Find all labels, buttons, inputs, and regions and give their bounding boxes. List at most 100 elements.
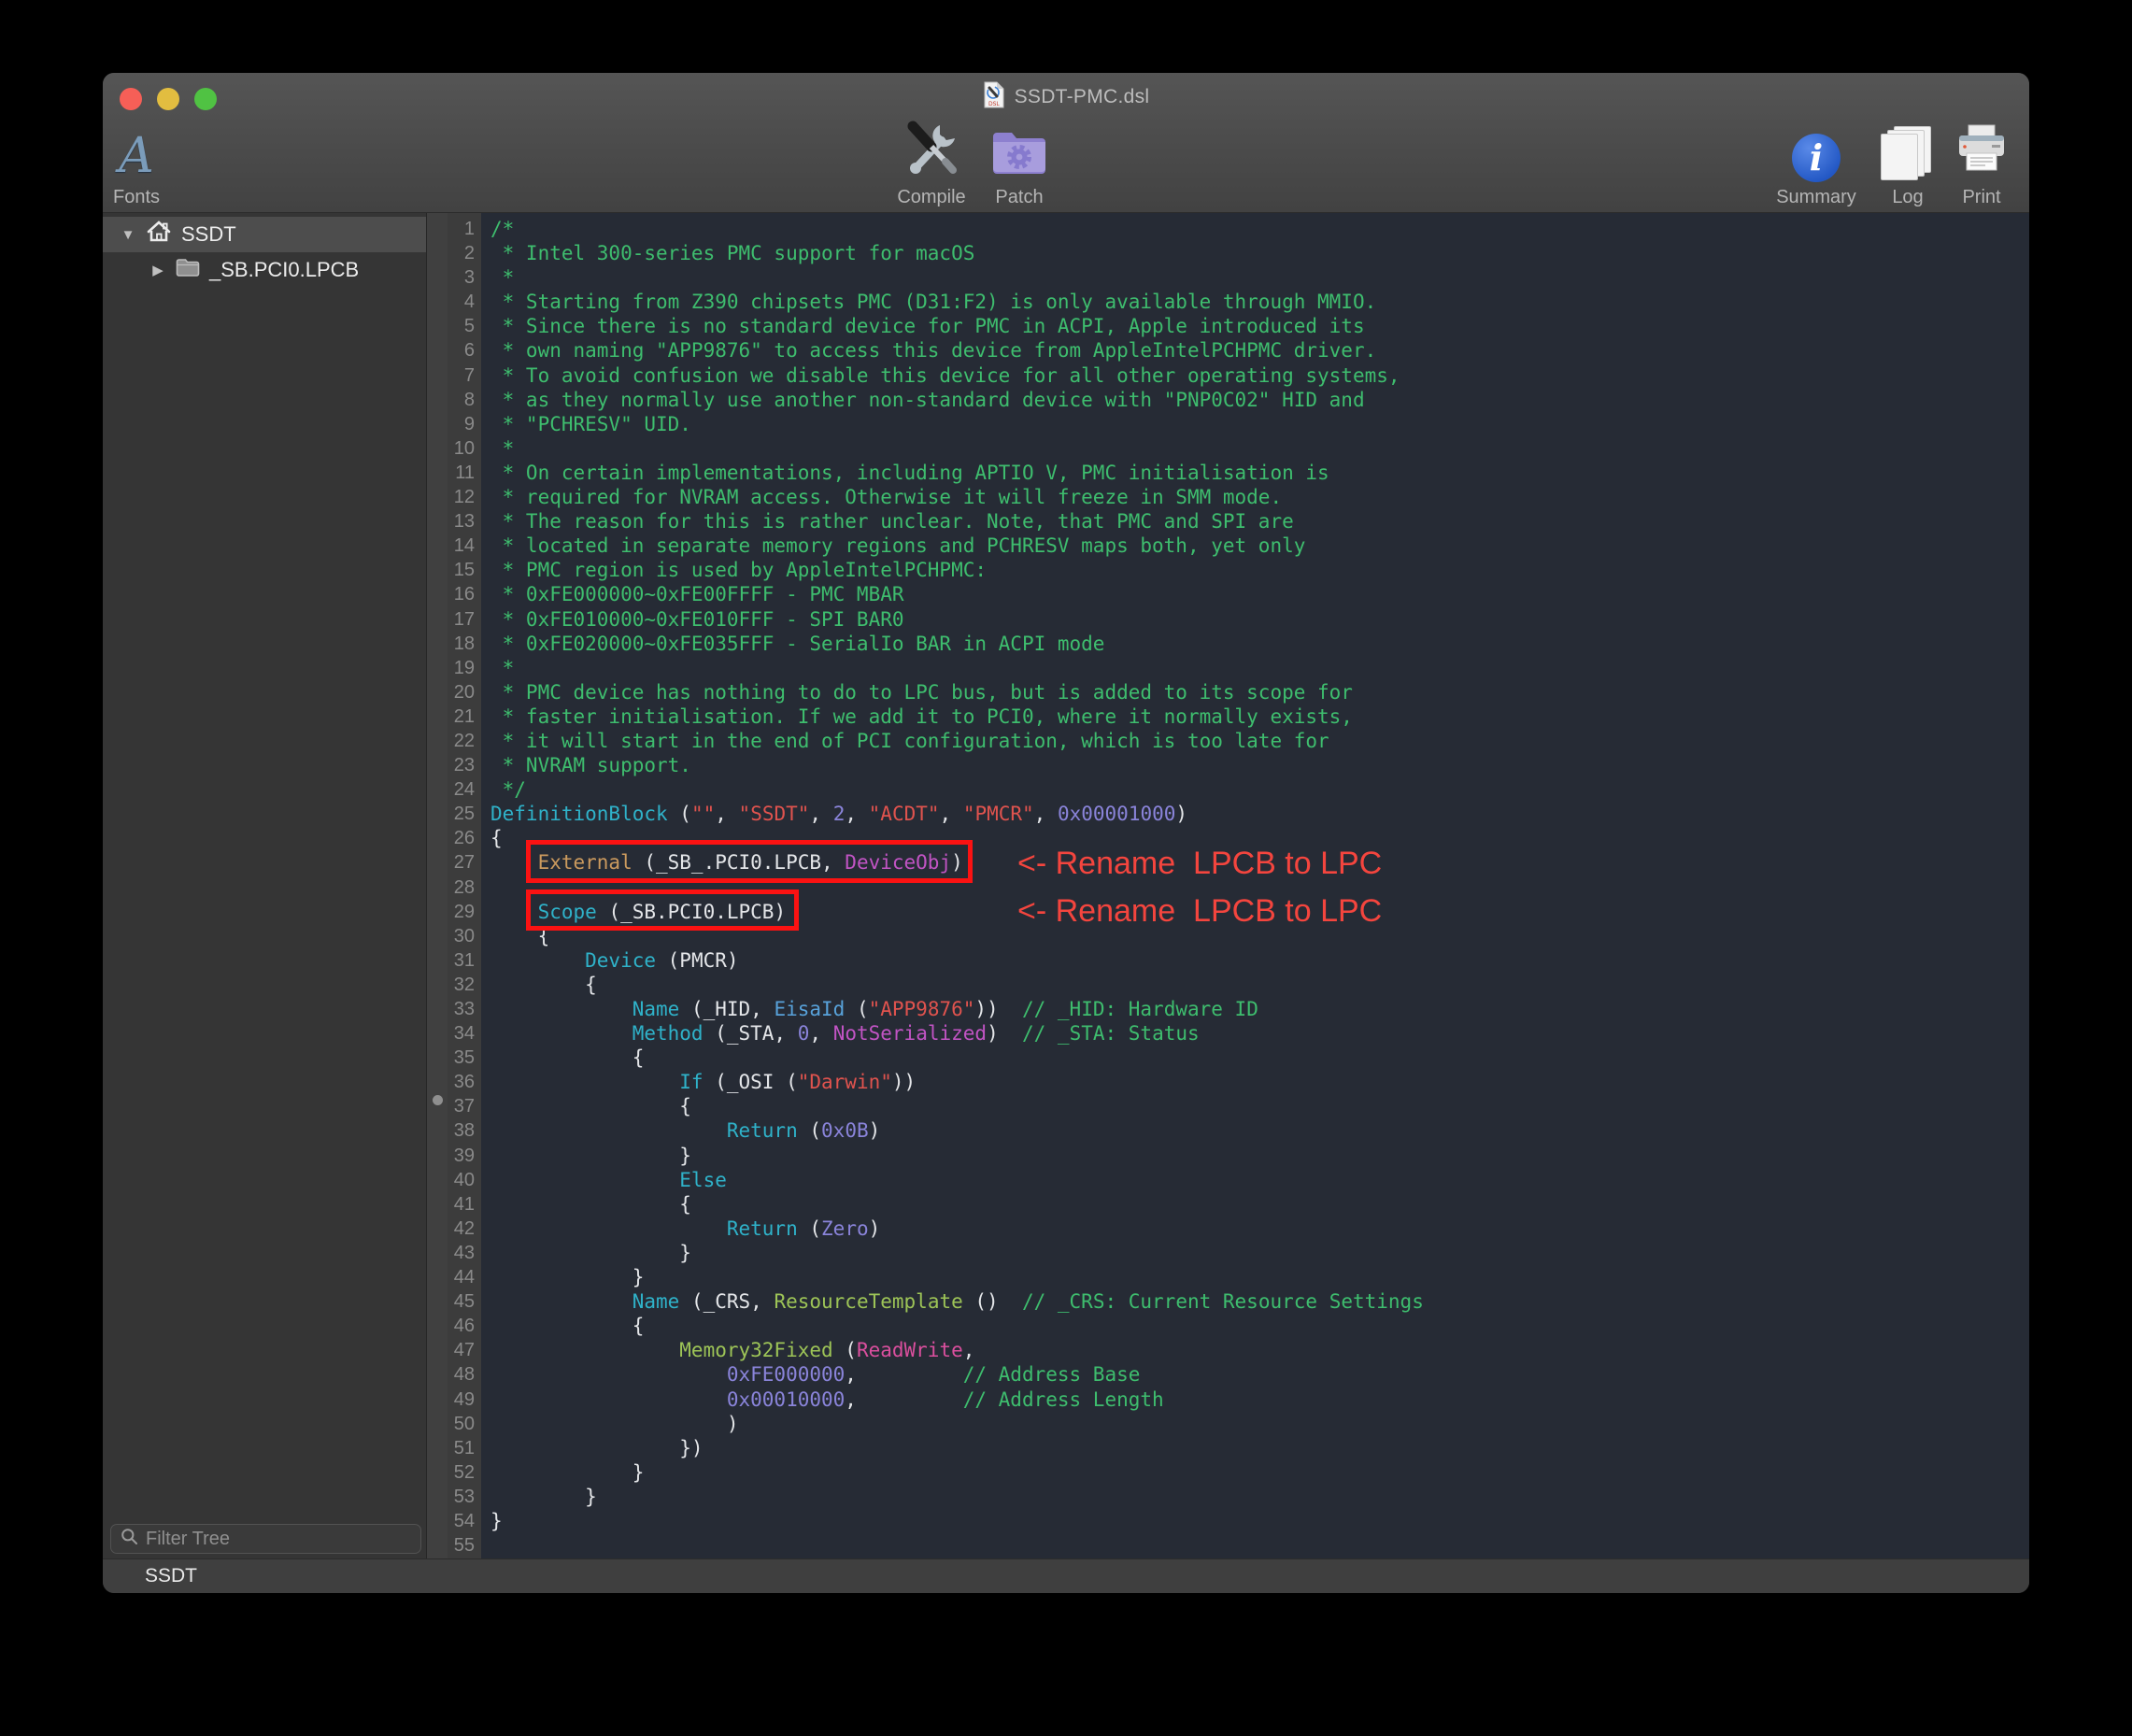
compile-button[interactable]: Compile xyxy=(888,114,974,207)
code-line[interactable]: Memory32Fixed (ReadWrite, xyxy=(481,1338,2029,1362)
code-line[interactable]: } xyxy=(481,1485,2029,1509)
patch-button[interactable]: Patch xyxy=(986,114,1053,207)
code-line[interactable]: ) xyxy=(481,1412,2029,1436)
code-line[interactable]: { xyxy=(481,1314,2029,1338)
code-line[interactable]: /* xyxy=(481,217,2029,241)
log-button[interactable]: Log xyxy=(1879,114,1937,207)
line-number: 48 xyxy=(448,1362,481,1387)
code-line[interactable]: Return (0x0B) xyxy=(481,1118,2029,1143)
code-line[interactable]: DefinitionBlock ("", "SSDT", 2, "ACDT", … xyxy=(481,802,2029,826)
code-line[interactable]: { xyxy=(481,1046,2029,1070)
log-pages-icon xyxy=(1881,126,1935,182)
line-number: 35 xyxy=(448,1046,481,1070)
line-number: 10 xyxy=(448,436,481,461)
line-number: 6 xyxy=(448,338,481,363)
code-line[interactable]: * xyxy=(481,656,2029,680)
code-line[interactable]: * 0xFE020000~0xFE035FFF - SerialIo BAR i… xyxy=(481,632,2029,656)
print-button[interactable]: Print xyxy=(1948,114,2015,207)
code-lines: /* * Intel 300-series PMC support for ma… xyxy=(481,217,2029,1558)
code-line[interactable]: * PMC region is used by AppleIntelPCHPMC… xyxy=(481,558,2029,582)
code-line[interactable]: } xyxy=(481,1265,2029,1289)
line-number: 37 xyxy=(448,1094,481,1118)
line-number: 46 xyxy=(448,1314,481,1338)
code-line[interactable]: * as they normally use another non-stand… xyxy=(481,388,2029,412)
tree-item-label: SSDT xyxy=(181,222,236,247)
disclosure-right-icon[interactable]: ▶ xyxy=(149,262,166,278)
line-number: 17 xyxy=(448,607,481,632)
tree-item-label: _SB.PCI0.LPCB xyxy=(209,258,359,282)
patch-folder-icon xyxy=(990,127,1048,182)
code-line[interactable]: Method (_STA, 0, NotSerialized) // _STA:… xyxy=(481,1021,2029,1046)
line-number: 34 xyxy=(448,1021,481,1046)
code-line[interactable]: } xyxy=(481,1241,2029,1265)
code-line[interactable]: * 0xFE000000~0xFE00FFFF - PMC MBAR xyxy=(481,582,2029,606)
line-number: 43 xyxy=(448,1241,481,1265)
code-line[interactable]: If (_OSI ("Darwin")) xyxy=(481,1070,2029,1094)
code-line[interactable]: Name (_CRS, ResourceTemplate () // _CRS:… xyxy=(481,1289,2029,1314)
maciasl-window: DSL SSDT-PMC.dsl A Fonts xyxy=(103,73,2029,1593)
line-number: 53 xyxy=(448,1485,481,1509)
line-number: 26 xyxy=(448,826,481,850)
status-bar: SSDT xyxy=(103,1558,2029,1593)
code-line[interactable]: * 0xFE010000~0xFE010FFF - SPI BAR0 xyxy=(481,607,2029,632)
line-number: 5 xyxy=(448,314,481,338)
disclosure-down-icon[interactable]: ▼ xyxy=(120,227,136,243)
line-number: 30 xyxy=(448,924,481,948)
folder-icon xyxy=(176,258,200,283)
code-line[interactable]: * PMC device has nothing to do to LPC bu… xyxy=(481,680,2029,704)
line-number: 8 xyxy=(448,388,481,412)
line-number: 33 xyxy=(448,997,481,1021)
code-line[interactable]: * xyxy=(481,436,2029,461)
code-line[interactable]: * faster initialisation. If we add it to… xyxy=(481,704,2029,729)
line-number: 16 xyxy=(448,582,481,606)
code-line[interactable]: * To avoid confusion we disable this dev… xyxy=(481,363,2029,388)
code-line[interactable]: */ xyxy=(481,777,2029,802)
tree-item-ssdt[interactable]: ▼ SSDT xyxy=(103,217,426,252)
line-number: 4 xyxy=(448,290,481,314)
code-line[interactable]: } xyxy=(481,1144,2029,1168)
code-line[interactable]: * required for NVRAM access. Otherwise i… xyxy=(481,485,2029,509)
code-line[interactable]: * NVRAM support. xyxy=(481,753,2029,777)
code-line[interactable]: 0xFE000000, // Address Base xyxy=(481,1362,2029,1387)
code-line[interactable]: { xyxy=(481,1192,2029,1217)
code-line[interactable]: } xyxy=(481,1460,2029,1485)
line-number: 40 xyxy=(448,1168,481,1192)
code-line[interactable]: Else xyxy=(481,1168,2029,1192)
line-28-marker-dot[interactable] xyxy=(433,1095,443,1105)
summary-label: Summary xyxy=(1776,187,1856,207)
code-line[interactable]: * Starting from Z390 chipsets PMC (D31:F… xyxy=(481,290,2029,314)
code-line[interactable] xyxy=(481,1533,2029,1558)
code-line[interactable]: }) xyxy=(481,1436,2029,1460)
line-number: 21 xyxy=(448,704,481,729)
code-line[interactable]: * own naming "APP9876" to access this de… xyxy=(481,338,2029,363)
line-number: 12 xyxy=(448,485,481,509)
line-number: 49 xyxy=(448,1387,481,1412)
code-line[interactable]: { xyxy=(481,1094,2029,1118)
code-line[interactable]: * "PCHRESV" UID. xyxy=(481,412,2029,436)
summary-button[interactable]: i Summary xyxy=(1764,114,1869,207)
marker-gutter xyxy=(427,213,448,1558)
tree-item-sb-pci0-lpcb[interactable]: ▶ _SB.PCI0.LPCB xyxy=(103,252,426,288)
code-line[interactable]: { xyxy=(481,973,2029,997)
code-line[interactable]: * Since there is no standard device for … xyxy=(481,314,2029,338)
code-line[interactable]: * located in separate memory regions and… xyxy=(481,534,2029,558)
code-line[interactable]: * it will start in the end of PCI config… xyxy=(481,729,2029,753)
filter-tree-input[interactable] xyxy=(146,1529,411,1550)
code-line[interactable]: Device (PMCR) xyxy=(481,948,2029,973)
print-label: Print xyxy=(1962,187,2000,207)
code-line[interactable]: Name (_HID, EisaId ("APP9876")) // _HID:… xyxy=(481,997,2029,1021)
code-line[interactable]: Return (Zero) xyxy=(481,1217,2029,1241)
code-line[interactable]: } xyxy=(481,1509,2029,1533)
document-icon: DSL xyxy=(983,81,1005,113)
code-line[interactable]: 0x00010000, // Address Length xyxy=(481,1387,2029,1412)
code-line[interactable]: * Intel 300-series PMC support for macOS xyxy=(481,241,2029,265)
code-line[interactable]: * The reason for this is rather unclear.… xyxy=(481,509,2029,534)
line-number: 55 xyxy=(448,1533,481,1558)
red-highlight-box-scope xyxy=(526,889,799,931)
code-editor[interactable]: /* * Intel 300-series PMC support for ma… xyxy=(481,213,2029,1558)
code-line[interactable]: * xyxy=(481,265,2029,290)
code-line[interactable]: * On certain implementations, including … xyxy=(481,461,2029,485)
rename-annotation-1: <- Rename LPCB to LPC xyxy=(1017,846,1382,882)
fonts-button[interactable]: A Fonts xyxy=(107,114,166,207)
home-icon xyxy=(146,220,172,249)
